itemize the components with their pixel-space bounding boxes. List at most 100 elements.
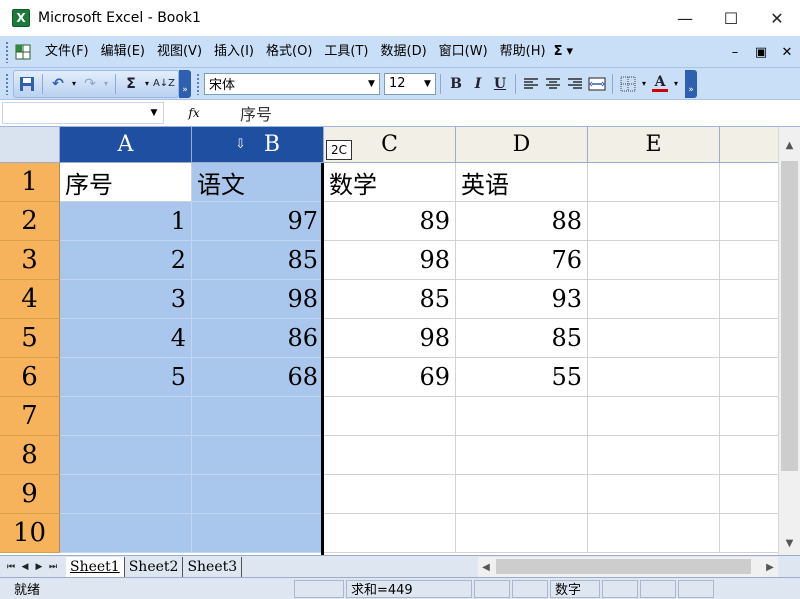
row-header[interactable]: 10 [0,514,60,553]
align-left-icon[interactable] [520,73,542,95]
cell[interactable]: 序号 [60,163,192,202]
toolbar-grip-icon[interactable] [196,72,200,95]
menu-data[interactable]: 数据(D) [375,40,433,64]
cell[interactable] [324,397,456,436]
next-sheet-icon[interactable]: ▶ [32,562,46,572]
cell[interactable]: 98 [192,280,324,319]
chevron-down-icon[interactable]: ▼ [364,73,379,94]
cell[interactable]: 英语 [456,163,588,202]
font-color-icon[interactable]: A [649,73,671,95]
cell[interactable] [588,241,720,280]
menu-autosum-dropdown-icon[interactable]: ▾ [564,40,575,64]
name-box[interactable]: ▼ [2,102,164,124]
cell[interactable] [720,163,778,202]
menu-help[interactable]: 帮助(H) [494,40,552,64]
font-color-dropdown-icon[interactable]: ▾ [671,73,681,95]
save-icon[interactable] [16,73,38,95]
borders-icon[interactable] [617,73,639,95]
cell[interactable] [720,397,778,436]
cell[interactable] [720,319,778,358]
column-header-d[interactable]: D [456,127,588,163]
menu-window[interactable]: 窗口(W) [433,40,494,64]
align-center-icon[interactable] [542,73,564,95]
menu-edit[interactable]: 编辑(E) [95,40,151,64]
borders-dropdown-icon[interactable]: ▾ [639,73,649,95]
row-header[interactable]: 4 [0,280,60,319]
scroll-down-icon[interactable]: ▼ [779,533,800,553]
font-size-select[interactable]: 12 ▼ [384,72,436,95]
row-header[interactable]: 2 [0,202,60,241]
underline-button[interactable]: U [489,73,511,95]
cell[interactable]: 85 [324,280,456,319]
cell[interactable] [456,514,588,553]
cell[interactable]: 69 [324,358,456,397]
prev-sheet-icon[interactable]: ◀ [18,562,32,572]
sheet-tab-sheet2[interactable]: Sheet2 [125,556,184,577]
row-header[interactable]: 3 [0,241,60,280]
cell[interactable]: 2 [60,241,192,280]
row-header[interactable]: 5 [0,319,60,358]
cell[interactable] [588,397,720,436]
italic-button[interactable]: I [467,73,489,95]
horizontal-scrollbar[interactable]: ◀ ▶ [478,557,778,577]
cell[interactable]: 98 [324,319,456,358]
cell[interactable] [324,514,456,553]
cell[interactable] [456,397,588,436]
cell[interactable] [720,241,778,280]
menu-view[interactable]: 视图(V) [151,40,208,64]
column-header-b[interactable]: ⇩ B [192,127,324,163]
cell[interactable]: 85 [192,241,324,280]
cell[interactable]: 89 [324,202,456,241]
cell[interactable] [192,436,324,475]
autosum-dropdown-icon[interactable]: ▾ [142,73,152,95]
cell[interactable]: 数学 [324,163,456,202]
column-header-f[interactable] [720,127,778,163]
cell[interactable] [588,163,720,202]
sheet-tab-sheet3[interactable]: Sheet3 [183,556,243,577]
cell[interactable] [588,319,720,358]
bold-button[interactable]: B [445,73,467,95]
cell[interactable]: 68 [192,358,324,397]
minimize-button[interactable]: — [662,0,708,36]
menu-format[interactable]: 格式(O) [260,40,318,64]
row-header[interactable]: 8 [0,436,60,475]
cell[interactable]: 93 [456,280,588,319]
scroll-left-icon[interactable]: ◀ [478,557,494,577]
cell[interactable] [720,202,778,241]
cell[interactable] [588,358,720,397]
vertical-scrollbar[interactable]: ▲ ▼ [778,127,800,555]
redo-icon[interactable]: ↷ [79,73,101,95]
doc-close-button[interactable]: ✕ [774,45,800,60]
cell[interactable] [324,436,456,475]
cell[interactable] [192,475,324,514]
undo-dropdown-icon[interactable]: ▾ [69,73,79,95]
vertical-scroll-thumb[interactable] [781,161,798,471]
menu-tools[interactable]: 工具(T) [318,40,374,64]
formula-input[interactable]: 序号 [240,101,272,125]
select-all-button[interactable] [0,127,60,163]
cell[interactable] [720,514,778,553]
toolbar-grip-icon[interactable] [5,72,9,95]
cell[interactable]: 97 [192,202,324,241]
doc-minimize-button[interactable]: – [722,45,748,60]
cell[interactable]: 86 [192,319,324,358]
cell[interactable] [588,436,720,475]
first-sheet-icon[interactable]: ⏮ [4,562,18,572]
autosum-icon[interactable]: Σ [120,73,142,95]
cell[interactable] [456,436,588,475]
insert-function-icon[interactable]: fx [164,106,224,120]
menu-file[interactable]: 文件(F) [39,40,95,64]
cell[interactable] [60,397,192,436]
scroll-right-icon[interactable]: ▶ [762,557,778,577]
cell[interactable] [588,475,720,514]
cell[interactable] [192,397,324,436]
undo-icon[interactable]: ↶ [47,73,69,95]
cell[interactable] [720,358,778,397]
cell[interactable]: 5 [60,358,192,397]
cell[interactable] [720,436,778,475]
cell[interactable] [60,475,192,514]
cell[interactable] [324,475,456,514]
cell[interactable] [588,202,720,241]
excel-app-icon[interactable]: X [12,9,30,27]
cell[interactable] [588,514,720,553]
